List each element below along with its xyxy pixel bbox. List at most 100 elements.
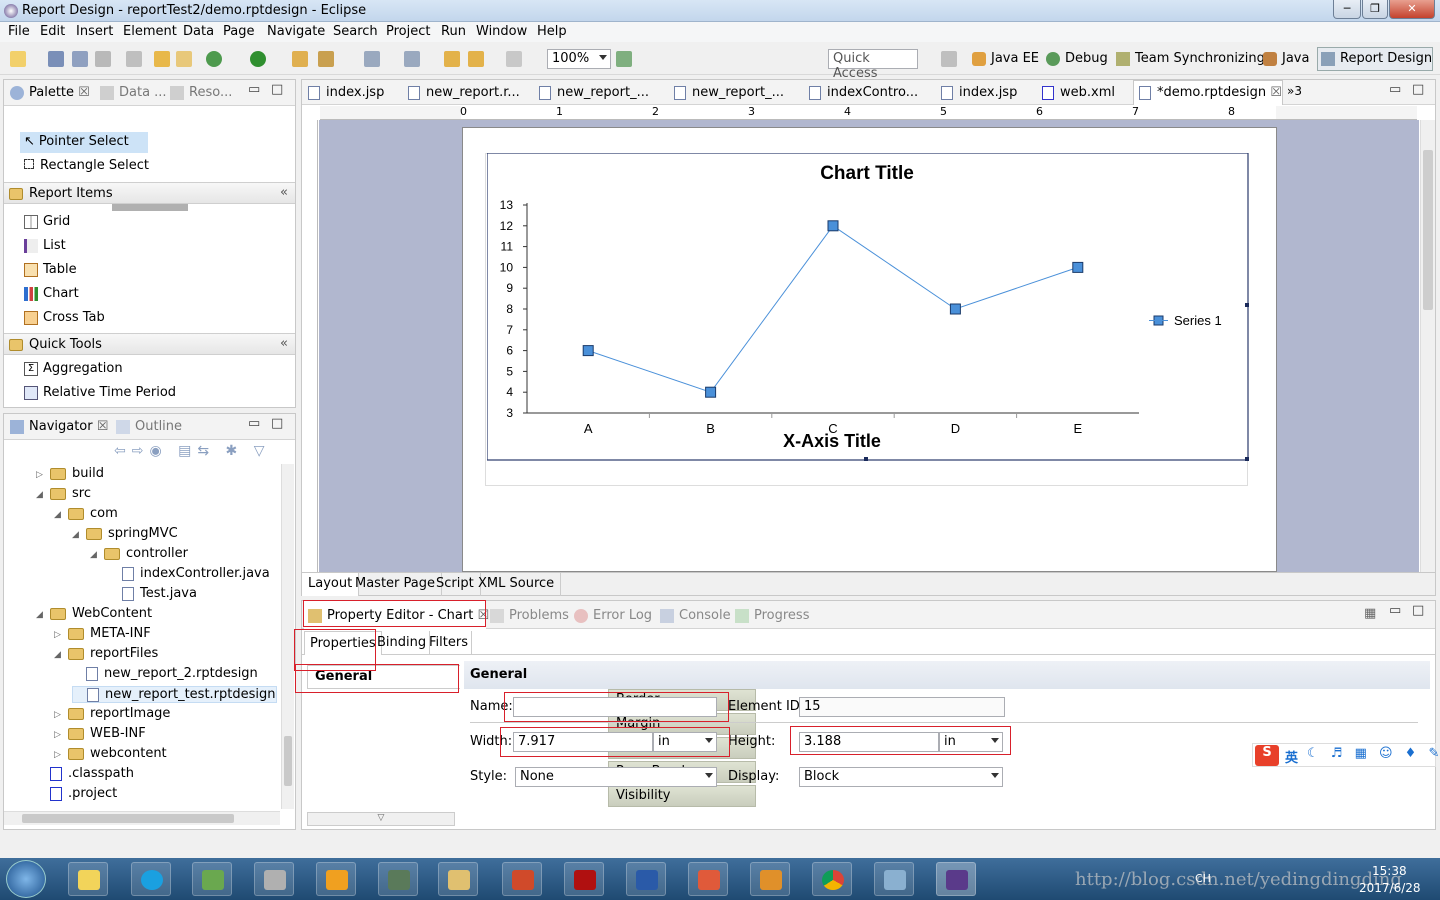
ime-lang[interactable]: 英 (1285, 747, 1298, 766)
maximize-view-icon[interactable]: □ (1412, 603, 1424, 618)
save-icon[interactable] (48, 51, 64, 67)
tab-filters[interactable]: Filters (426, 631, 472, 655)
tree-arrow-icon[interactable]: ▷ (54, 630, 68, 640)
tab-resource[interactable]: Reso... (170, 85, 232, 100)
tree-item[interactable]: .project (36, 786, 117, 801)
start-button[interactable] (6, 860, 46, 898)
tree-item[interactable]: new_report_2.rptdesign (72, 666, 258, 681)
display-select[interactable]: Block (799, 767, 1003, 787)
report-item-grid[interactable]: Grid (24, 214, 70, 229)
close-icon[interactable]: ☒ (78, 85, 90, 100)
taskbar-app[interactable] (564, 862, 604, 896)
editor-tab[interactable]: index.jsp (941, 85, 1017, 100)
editor-tab-active[interactable]: *demo.rptdesign ☒ (1133, 80, 1283, 105)
perspective-java[interactable]: Java (1263, 51, 1309, 66)
tree-item[interactable]: ▷ reportImage (54, 706, 170, 721)
tab-xml-source[interactable]: XML Source (472, 573, 562, 596)
taskbar-app[interactable] (378, 862, 418, 896)
menu-file[interactable]: File (8, 24, 30, 39)
back-icon[interactable] (444, 51, 460, 67)
perspective-debug[interactable]: Debug (1046, 51, 1108, 66)
menu-search[interactable]: Search (333, 24, 378, 39)
taskbar-app-eclipse[interactable] (936, 862, 976, 896)
zoom-tool-icon[interactable] (616, 51, 632, 67)
minimize-view-icon[interactable]: ▭ (248, 82, 260, 97)
maximize-view-icon[interactable]: □ (271, 82, 283, 97)
tab-navigator[interactable]: Navigator ☒ (10, 419, 108, 434)
more-tabs-button[interactable]: »3 (1287, 84, 1302, 98)
taskbar-app[interactable] (688, 862, 728, 896)
horizontal-scrollbar[interactable] (4, 811, 280, 825)
ime-tools-icon[interactable]: ☾ ♬ ▦ ☺ ♦ ✎ (1307, 746, 1440, 761)
undo-icon[interactable] (154, 51, 170, 67)
report-item-table[interactable]: Table (24, 262, 77, 277)
element-id-field[interactable]: 15 (799, 697, 1005, 717)
tree-arrow-icon[interactable]: ▷ (54, 710, 68, 720)
tree-item[interactable]: ◢ controller (90, 546, 188, 561)
menu-navigate[interactable]: Navigate (267, 24, 325, 39)
close-icon[interactable]: ☒ (1270, 85, 1282, 100)
category-scroll-down-icon[interactable]: ▽ (307, 812, 455, 826)
tree-item[interactable]: ▷ META-INF (54, 626, 151, 641)
quick-tool-relative-time[interactable]: Relative Time Period (24, 385, 176, 400)
new-icon[interactable] (10, 51, 26, 67)
quick-tools-section[interactable]: Quick Tools « (4, 333, 295, 355)
forward-icon[interactable] (506, 51, 522, 67)
properties-icon[interactable] (126, 51, 142, 67)
tree-arrow-icon[interactable]: ▷ (36, 470, 50, 480)
tree-arrow-icon[interactable]: ▷ (54, 730, 68, 740)
open-perspective-icon[interactable] (941, 51, 957, 67)
category-visibility[interactable]: Visibility (608, 785, 756, 807)
run-icon[interactable] (250, 51, 266, 67)
tree-arrow-icon[interactable]: ◢ (36, 490, 50, 500)
tree-arrow-icon[interactable]: ◢ (72, 530, 86, 540)
tree-item[interactable]: ▷ build (36, 466, 104, 481)
menu-data[interactable]: Data (183, 24, 214, 39)
taskbar-app[interactable] (812, 862, 852, 896)
navigator-toolbar[interactable]: ⇦⇨◉ ▤⇆ ✱ ▽ (114, 443, 270, 459)
tab-progress[interactable]: Progress (735, 608, 809, 623)
tab-console[interactable]: Console (660, 608, 731, 623)
ime-toolbar[interactable]: S 英 ☾ ♬ ▦ ☺ ♦ ✎ (1252, 743, 1439, 767)
taskbar-app[interactable] (502, 862, 542, 896)
pointer-select-tool[interactable]: ↖ Pointer Select (20, 132, 148, 153)
view-menu-icon[interactable]: ▦ (1364, 606, 1376, 621)
scroll-up-handle[interactable] (112, 204, 188, 211)
tree-item[interactable]: .classpath (36, 766, 134, 781)
close-icon[interactable]: ☒ (97, 419, 109, 434)
taskbar-app[interactable] (874, 862, 914, 896)
quick-access-input[interactable]: Quick Access (828, 49, 918, 81)
tree-item[interactable]: indexController.java (108, 566, 270, 581)
taskbar-app[interactable] (750, 862, 790, 896)
tree-item[interactable]: ◢ WebContent (36, 606, 152, 621)
tab-master-page[interactable]: Master Page (349, 573, 442, 596)
taskbar-app[interactable] (68, 862, 108, 896)
minimize-view-icon[interactable]: ▭ (1389, 82, 1401, 97)
report-items-section[interactable]: Report Items « (4, 182, 295, 204)
tree-arrow-icon[interactable]: ▷ (54, 750, 68, 760)
tree-item[interactable]: Test.java (108, 586, 197, 601)
tab-binding[interactable]: Binding (374, 631, 431, 655)
tab-problems[interactable]: Problems (490, 608, 569, 623)
chart-element[interactable]: Chart Title345678910111213A B C D EX-Axis Ti… (487, 153, 1249, 461)
preview-icon[interactable] (206, 51, 222, 67)
collapse-icon[interactable]: « (280, 336, 288, 351)
maximize-view-icon[interactable]: □ (271, 416, 283, 431)
clock-date[interactable]: 2017/6/28 (1359, 881, 1421, 895)
tab-outline[interactable]: Outline (116, 419, 182, 434)
print-icon[interactable] (95, 51, 111, 67)
tree-arrow-icon[interactable]: ◢ (36, 610, 50, 620)
scroll-thumb[interactable] (284, 736, 292, 786)
perspective-java-ee[interactable]: Java EE (972, 51, 1039, 66)
close-button[interactable]: ✕ (1389, 0, 1435, 19)
perspective-team-sync[interactable]: Team Synchronizing (1116, 51, 1265, 66)
perspective-report-design[interactable]: Report Design (1317, 47, 1433, 71)
report-item-crosstab[interactable]: Cross Tab (24, 310, 105, 325)
menu-page[interactable]: Page (223, 24, 254, 39)
taskbar-app[interactable] (254, 862, 294, 896)
style-select[interactable]: None (515, 767, 717, 787)
tab-data[interactable]: Data ... (100, 85, 167, 100)
next-annotation-icon[interactable] (404, 51, 420, 67)
taskbar-app[interactable] (438, 862, 478, 896)
menu-insert[interactable]: Insert (76, 24, 113, 39)
